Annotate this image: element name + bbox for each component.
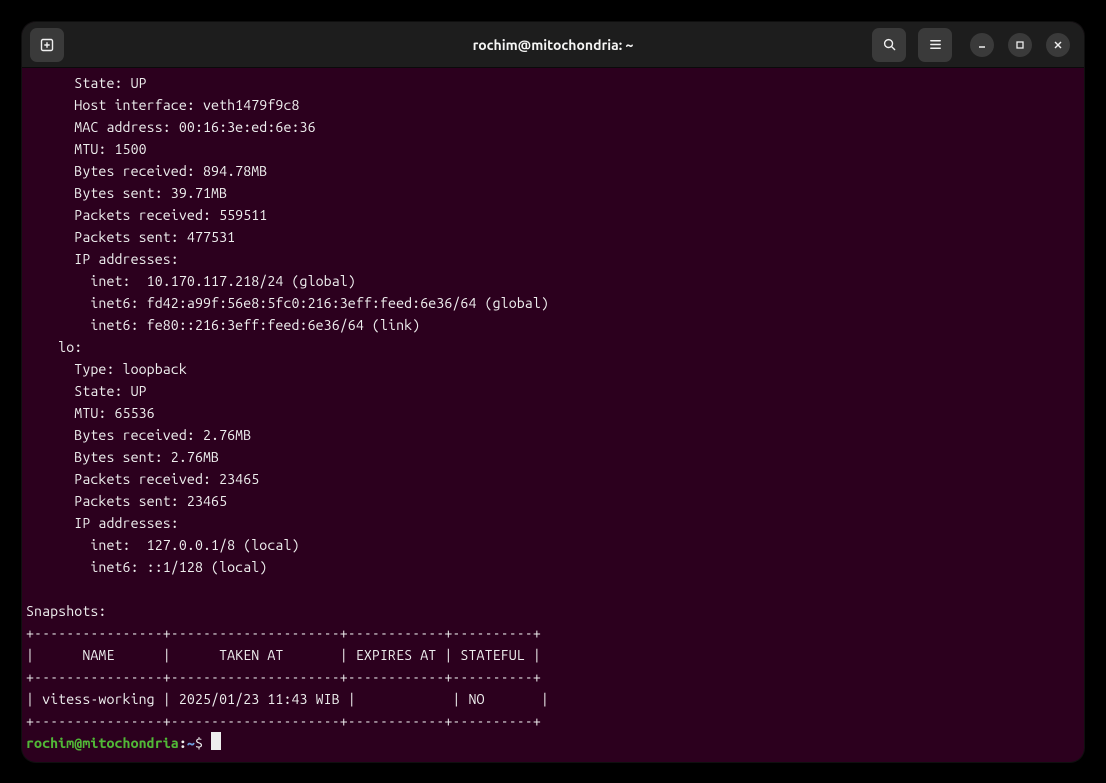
output-line: inet: 10.170.117.218/24 (global) <box>26 273 356 289</box>
close-button[interactable] <box>1046 33 1070 57</box>
output-line: inet6: fd42:a99f:56e8:5fc0:216:3eff:feed… <box>26 295 549 311</box>
output-line: Packets sent: 477531 <box>26 229 235 245</box>
prompt-symbol: $ <box>195 735 203 751</box>
prompt-path: ~ <box>187 735 195 751</box>
window-controls <box>970 33 1070 57</box>
output-line: +----------------+---------------------+… <box>26 713 541 729</box>
output-line: | vitess-working | 2025/01/23 11:43 WIB … <box>26 691 549 707</box>
output-line: | NAME | TAKEN AT | EXPIRES AT | STATEFU… <box>26 647 541 663</box>
titlebar-right <box>872 28 1076 62</box>
menu-button[interactable] <box>918 28 952 62</box>
new-tab-button[interactable] <box>30 28 64 62</box>
output-line: lo: <box>26 339 82 355</box>
search-icon <box>882 37 897 52</box>
prompt-user-host: rochim@mitochondria <box>26 735 179 751</box>
window-title: rochim@mitochondria: ~ <box>473 37 634 53</box>
output-line: MTU: 65536 <box>26 405 155 421</box>
output-line: Bytes received: 894.78MB <box>26 163 267 179</box>
output-line: Bytes received: 2.76MB <box>26 427 251 443</box>
search-button[interactable] <box>872 28 906 62</box>
output-line: inet6: ::1/128 (local) <box>26 559 267 575</box>
close-icon <box>1053 40 1063 50</box>
cursor <box>211 732 221 750</box>
output-line: Packets sent: 23465 <box>26 493 227 509</box>
output-line: inet: 127.0.0.1/8 (local) <box>26 537 300 553</box>
minimize-button[interactable] <box>970 33 994 57</box>
output-line: Type: loopback <box>26 361 187 377</box>
output-line: Host interface: veth1479f9c8 <box>26 97 300 113</box>
minimize-icon <box>977 40 987 50</box>
terminal-body[interactable]: State: UP Host interface: veth1479f9c8 M… <box>22 68 1084 758</box>
output-line: MTU: 1500 <box>26 141 147 157</box>
output-line: inet6: fe80::216:3eff:feed:6e36/64 (link… <box>26 317 420 333</box>
output-line: Bytes sent: 2.76MB <box>26 449 219 465</box>
output-line: IP addresses: <box>26 251 179 267</box>
output-line: +----------------+---------------------+… <box>26 625 541 641</box>
new-tab-icon <box>39 37 55 53</box>
prompt-separator: : <box>179 735 187 751</box>
titlebar: rochim@mitochondria: ~ <box>22 22 1084 68</box>
maximize-button[interactable] <box>1008 33 1032 57</box>
output-line: Packets received: 559511 <box>26 207 267 223</box>
output-line: +----------------+---------------------+… <box>26 669 541 685</box>
maximize-icon <box>1015 40 1025 50</box>
output-line: IP addresses: <box>26 515 179 531</box>
output-line: Packets received: 23465 <box>26 471 259 487</box>
output-line: State: UP <box>26 75 147 91</box>
output-line: State: UP <box>26 383 147 399</box>
terminal-window: rochim@mitochondria: ~ <box>22 22 1084 762</box>
output-line: MAC address: 00:16:3e:ed:6e:36 <box>26 119 316 135</box>
titlebar-left <box>30 28 64 62</box>
output-line: Bytes sent: 39.71MB <box>26 185 227 201</box>
output-line: Snapshots: <box>26 603 106 619</box>
hamburger-icon <box>928 37 943 52</box>
